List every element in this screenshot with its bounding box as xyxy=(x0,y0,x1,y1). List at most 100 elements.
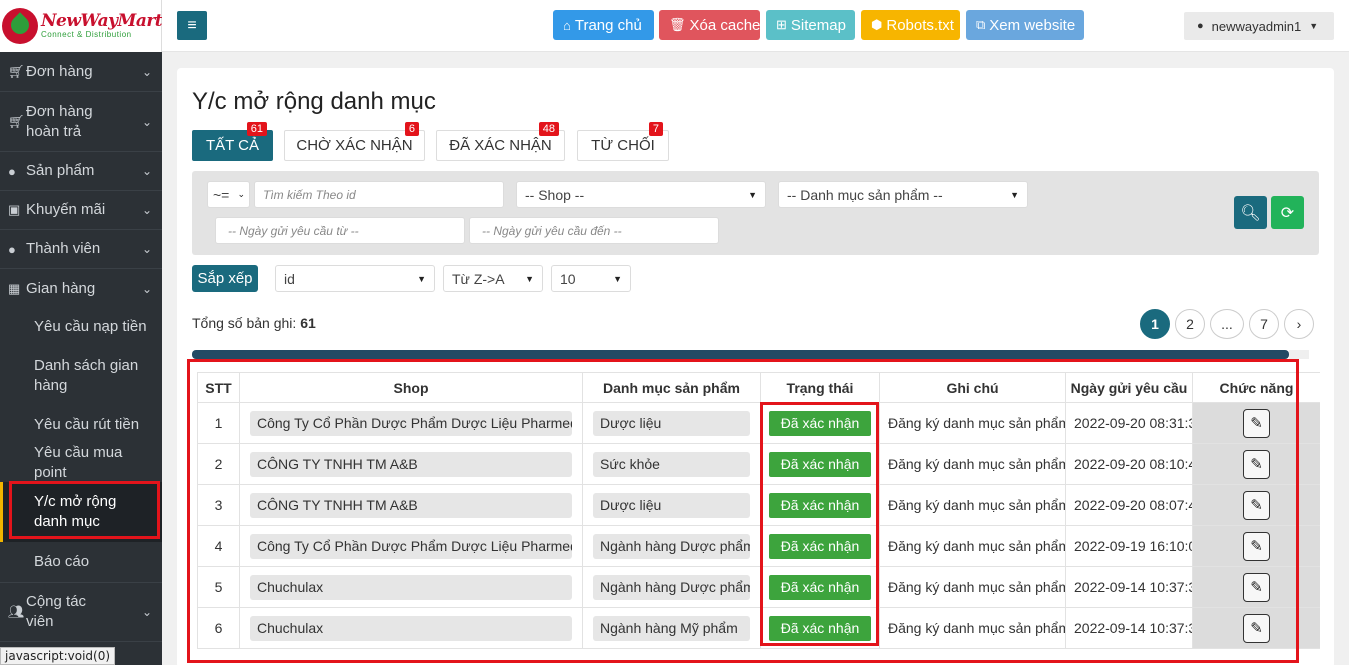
page-button-7[interactable]: 7 xyxy=(1249,309,1279,339)
next-page-button[interactable]: › xyxy=(1284,309,1314,339)
category-select[interactable]: -- Danh mục sản phẩm -- ▼ xyxy=(778,181,1028,208)
sidebar-subitem-deposit-requests[interactable]: Yêu cầu nạp tiền xyxy=(0,308,162,346)
cart-icon: 🛒︎ xyxy=(8,63,25,79)
shop-select[interactable]: -- Shop -- ▼ xyxy=(516,181,766,208)
table-row: 2 CÔNG TY TNHH TM A&B Sức khỏe Đã xác nh… xyxy=(197,443,1320,485)
count-badge: 48 xyxy=(538,122,559,136)
search-icon: 🔍︎ xyxy=(1240,204,1261,222)
column-header[interactable]: Danh mục sản phẩm xyxy=(582,372,761,403)
clear-cache-button[interactable]: 🗑︎ Xóa cache xyxy=(659,10,760,40)
status-badge: Đã xác nhận xyxy=(768,615,872,641)
home-icon: ⌂ xyxy=(563,17,571,33)
date-cell: 2022-09-14 10:37:39 xyxy=(1065,607,1193,649)
search-button[interactable]: 🔍︎ xyxy=(1234,196,1267,229)
edit-button[interactable]: ✎ xyxy=(1243,531,1270,561)
note-cell: Đăng ký danh mục sản phẩm xyxy=(879,402,1066,444)
table-header-row: STT Shop Danh mục sản phẩm Trạng thái Gh… xyxy=(197,372,1320,403)
edit-button[interactable]: ✎ xyxy=(1243,449,1270,479)
sidebar-item-label: Khuyến mãi xyxy=(26,201,106,218)
column-header[interactable]: Shop xyxy=(239,372,583,403)
tab-rejected[interactable]: TỪ CHỐI 7 xyxy=(577,122,669,161)
sidebar-subitem-withdraw-requests[interactable]: Yêu cầu rút tiền xyxy=(0,405,162,444)
date-from-input[interactable]: -- Ngày gửi yêu cầu từ -- xyxy=(215,217,465,244)
caret-down-icon: ▼ xyxy=(1309,21,1319,31)
page-size-select[interactable]: 10 ▼ xyxy=(551,265,631,292)
row-index: 2 xyxy=(197,443,240,485)
operator-select[interactable]: ~= ⌄ xyxy=(207,181,250,208)
cart-return-icon: 🛒︎ xyxy=(8,113,25,129)
shop-name: Công Ty Cổ Phần Dược Phẩm Dược Liệu Phar… xyxy=(250,410,572,436)
sitemap-icon: ⊞ xyxy=(776,17,787,32)
gift-icon: ▣ xyxy=(8,202,21,217)
caret-down-icon: ▼ xyxy=(525,273,534,284)
sidebar-item-members[interactable]: ● Thành viên ⌄ xyxy=(0,230,162,269)
edit-button[interactable]: ✎ xyxy=(1243,572,1270,602)
caret-down-icon: ▼ xyxy=(613,273,622,284)
sidebar-item-returns[interactable]: 🛒︎ Đơn hàng hoàn trả ⌄ xyxy=(0,92,162,152)
table-row: 5 Chuchulax Ngành hàng Dược phẩm Đã xác … xyxy=(197,566,1320,608)
sidebar-subitem-point-requests[interactable]: Yêu cầu mua point xyxy=(0,444,162,482)
sidebar-subitem-reports[interactable]: Báo cáo xyxy=(0,542,162,582)
sidebar-item-label: Cộng tác viên xyxy=(26,593,87,630)
sidebar-item-stores[interactable]: ▦ Gian hàng ⌄ xyxy=(0,269,162,308)
user-menu[interactable]: ● newwayadmin1 ▼ xyxy=(1184,12,1334,40)
sidebar-item-collaborators[interactable]: 👥︎ Cộng tác viên ⌄ xyxy=(0,582,162,642)
page-button-2[interactable]: 2 xyxy=(1175,309,1205,339)
column-header[interactable]: Ghi chú xyxy=(879,372,1066,403)
robots-button[interactable]: ⬢ Robots.txt xyxy=(861,10,960,40)
user-icon: ● xyxy=(8,241,16,257)
column-header[interactable]: STT xyxy=(197,372,240,403)
logo[interactable]: NewWayMart Connect & Distribution xyxy=(0,0,162,52)
edit-button[interactable]: ✎ xyxy=(1243,490,1270,520)
user-icon: ● xyxy=(1197,20,1204,32)
sidebar-item-promotions[interactable]: ▣ Khuyến mãi ⌄ xyxy=(0,191,162,230)
date-to-input[interactable]: -- Ngày gửi yêu cầu đến -- xyxy=(469,217,719,244)
column-header[interactable]: Chức năng xyxy=(1192,372,1320,403)
home-button[interactable]: ⌂ Trang chủ xyxy=(553,10,654,40)
shop-name: CÔNG TY TNHH TM A&B xyxy=(250,492,572,518)
category-name: Ngành hàng Dược phẩm xyxy=(593,533,750,559)
category-name: Ngành hàng Dược phẩm xyxy=(593,574,750,600)
chevron-down-icon: ⌄ xyxy=(141,114,152,129)
category-name: Sức khỏe xyxy=(593,451,750,477)
sidebar-subitem-category-expansion[interactable]: Y/c mở rộng danh mục xyxy=(0,482,162,542)
sidebar-item-products[interactable]: ● Sản phẩm ⌄ xyxy=(0,152,162,191)
date-cell: 2022-09-20 08:07:40 xyxy=(1065,484,1193,526)
sidebar: NewWayMart Connect & Distribution 🛒︎ Đơn… xyxy=(0,0,162,665)
pencil-icon: ✎ xyxy=(1250,538,1263,555)
menu-toggle-button[interactable]: ≡ xyxy=(177,11,207,40)
date-cell: 2022-09-19 16:10:03 xyxy=(1065,525,1193,567)
edit-button[interactable]: ✎ xyxy=(1243,408,1270,438)
edit-button[interactable]: ✎ xyxy=(1243,613,1270,643)
loading-bar xyxy=(192,350,1309,359)
sort-order-select[interactable]: Từ Z->A ▼ xyxy=(443,265,543,292)
filter-panel: ~= ⌄ Tìm kiếm Theo id -- Shop -- ▼ -- Danh… xyxy=(192,171,1319,255)
shop-name: Chuchulax xyxy=(250,615,572,641)
sidebar-item-label: Sản phẩm xyxy=(26,162,95,179)
column-header[interactable]: Trạng thái xyxy=(760,372,880,403)
page-button-1[interactable]: 1 xyxy=(1140,309,1170,339)
refresh-button[interactable]: ⟳ xyxy=(1271,196,1304,229)
total-records: Tổng số bản ghi: 61 xyxy=(192,315,316,331)
sort-field-select[interactable]: id ▼ xyxy=(275,265,435,292)
count-badge: 61 xyxy=(246,122,267,136)
count-badge: 6 xyxy=(404,122,419,136)
caret-down-icon: ▼ xyxy=(748,189,757,200)
tab-confirmed[interactable]: ĐÃ XÁC NHẬN 48 xyxy=(436,122,565,161)
sort-button[interactable]: Sắp xếp xyxy=(192,265,258,292)
note-cell: Đăng ký danh mục sản phẩm xyxy=(879,525,1066,567)
column-header[interactable]: Ngày gửi yêu cầu xyxy=(1065,372,1193,403)
sitemap-button[interactable]: ⊞ Sitemap xyxy=(766,10,855,40)
view-website-button[interactable]: ⧉ Xem website xyxy=(966,10,1084,40)
page-ellipsis[interactable]: ... xyxy=(1210,309,1244,339)
tab-all[interactable]: TẤT CẢ 61 xyxy=(192,122,273,161)
sidebar-subitem-store-list[interactable]: Danh sách gian hàng xyxy=(0,346,162,405)
row-index: 4 xyxy=(197,525,240,567)
tab-pending[interactable]: CHỜ XÁC NHẬN 6 xyxy=(284,122,425,161)
logo-mark-icon xyxy=(2,8,38,44)
category-name: Dược liệu xyxy=(593,492,750,518)
shop-name: Công Ty Cổ Phần Dược Phẩm Dược Liệu Phar… xyxy=(250,533,572,559)
search-input[interactable]: Tìm kiếm Theo id xyxy=(254,181,504,208)
browser-status-bar: javascript:void(0) xyxy=(0,647,116,665)
sidebar-item-orders[interactable]: 🛒︎ Đơn hàng ⌄ xyxy=(0,52,162,92)
